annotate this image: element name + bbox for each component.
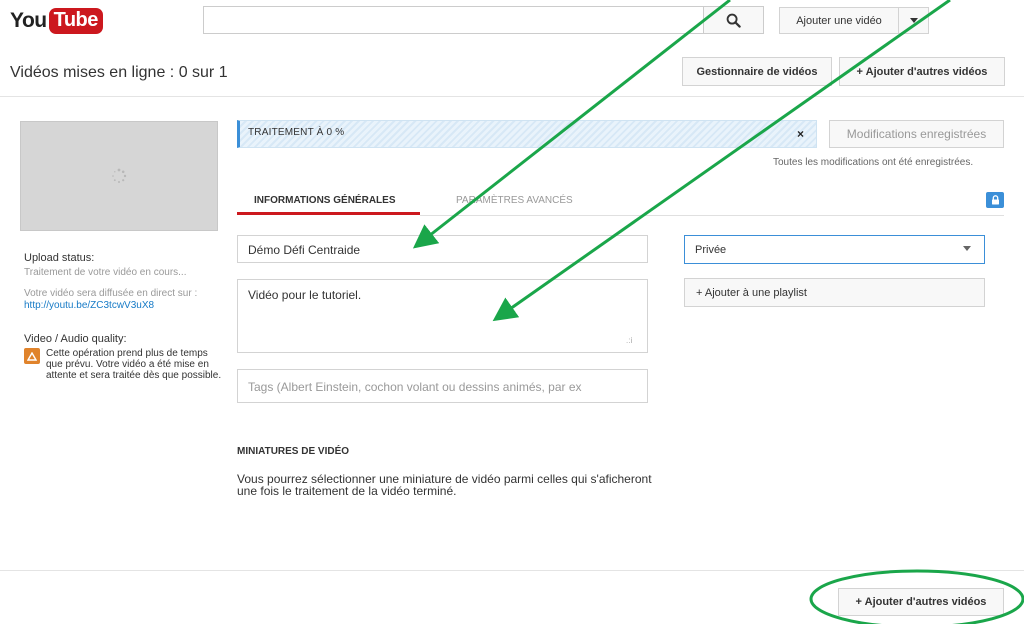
privacy-lock-button[interactable] xyxy=(986,192,1004,208)
active-tab-indicator xyxy=(237,212,420,215)
warning-icon-box xyxy=(24,348,40,364)
upload-video-label: Ajouter une vidéo xyxy=(796,14,882,27)
progress-label: TRAITEMENT À 0 % xyxy=(248,127,345,138)
logo-text-tube: Tube xyxy=(48,8,103,34)
upload-status-label: Upload status: xyxy=(24,252,95,264)
footer-divider xyxy=(0,570,1024,571)
loading-spinner-icon xyxy=(112,168,127,183)
tab-basic-info[interactable]: INFORMATIONS GÉNÉRALES xyxy=(254,195,395,206)
logo-text-you: You xyxy=(10,9,47,32)
video-thumbnail xyxy=(20,121,218,231)
warning-icon xyxy=(27,351,37,361)
video-manager-label: Gestionnaire de vidéos xyxy=(696,65,818,78)
close-icon[interactable]: × xyxy=(797,127,804,141)
video-link[interactable]: http://youtu.be/ZC3tcwV3uX8 xyxy=(24,300,154,311)
youtube-logo[interactable]: You Tube xyxy=(10,6,103,36)
lock-icon xyxy=(991,195,999,205)
processing-status-text: Traitement de votre vidéo en cours... xyxy=(24,267,187,278)
add-more-videos-label: + Ajouter d'autres vidéos xyxy=(856,65,988,78)
changes-saved-button[interactable]: Modifications enregistrées xyxy=(829,120,1004,148)
thumbnails-line-2: une fois le traitement de la vidéo termi… xyxy=(237,484,457,498)
saved-message: Toutes les modifications ont été enregis… xyxy=(773,157,974,168)
footer-add-more-videos-button[interactable]: + Ajouter d'autres vidéos xyxy=(838,588,1004,616)
description-textarea[interactable]: Vidéo pour le tutoriel. xyxy=(237,279,648,353)
privacy-select[interactable]: Privée xyxy=(684,235,985,264)
add-to-playlist-label: + Ajouter à une playlist xyxy=(696,286,807,299)
add-more-videos-button[interactable]: + Ajouter d'autres vidéos xyxy=(839,57,1005,86)
search-icon xyxy=(726,13,741,28)
thumbnails-description: Vous pourrez sélectionner une miniature … xyxy=(237,473,737,497)
changes-saved-label: Modifications enregistrées xyxy=(846,127,987,141)
live-text: Votre vidéo sera diffusée en direct sur … xyxy=(24,288,198,299)
header-divider xyxy=(0,96,1024,97)
resize-grip-icon[interactable]: .:i xyxy=(626,336,632,345)
upload-menu-button[interactable] xyxy=(898,7,929,34)
quality-label: Video / Audio quality: xyxy=(24,333,127,345)
title-input[interactable]: Démo Défi Centraide xyxy=(237,235,648,263)
tags-input[interactable]: Tags (Albert Einstein, cochon volant ou … xyxy=(237,369,648,403)
quality-message: Cette opération prend plus de temps que … xyxy=(46,348,222,381)
live-url-text: Votre vidéo sera diffusée en direct sur … xyxy=(24,288,214,312)
page-title: Vidéos mises en ligne : 0 sur 1 xyxy=(10,64,228,81)
upload-video-button[interactable]: Ajouter une vidéo xyxy=(779,7,899,34)
chevron-down-icon xyxy=(963,246,971,251)
video-manager-button[interactable]: Gestionnaire de vidéos xyxy=(682,57,832,86)
tabs-divider xyxy=(420,215,1004,216)
footer-add-more-videos-label: + Ajouter d'autres vidéos xyxy=(855,596,987,608)
tab-advanced-settings[interactable]: PARAMÈTRES AVANCÉS xyxy=(456,195,573,206)
thumbnails-heading: MINIATURES DE VIDÉO xyxy=(237,446,350,457)
caret-down-icon xyxy=(909,18,918,23)
search-input[interactable] xyxy=(203,6,704,34)
search-button[interactable] xyxy=(704,6,764,34)
add-to-playlist-button[interactable]: + Ajouter à une playlist xyxy=(684,278,985,307)
